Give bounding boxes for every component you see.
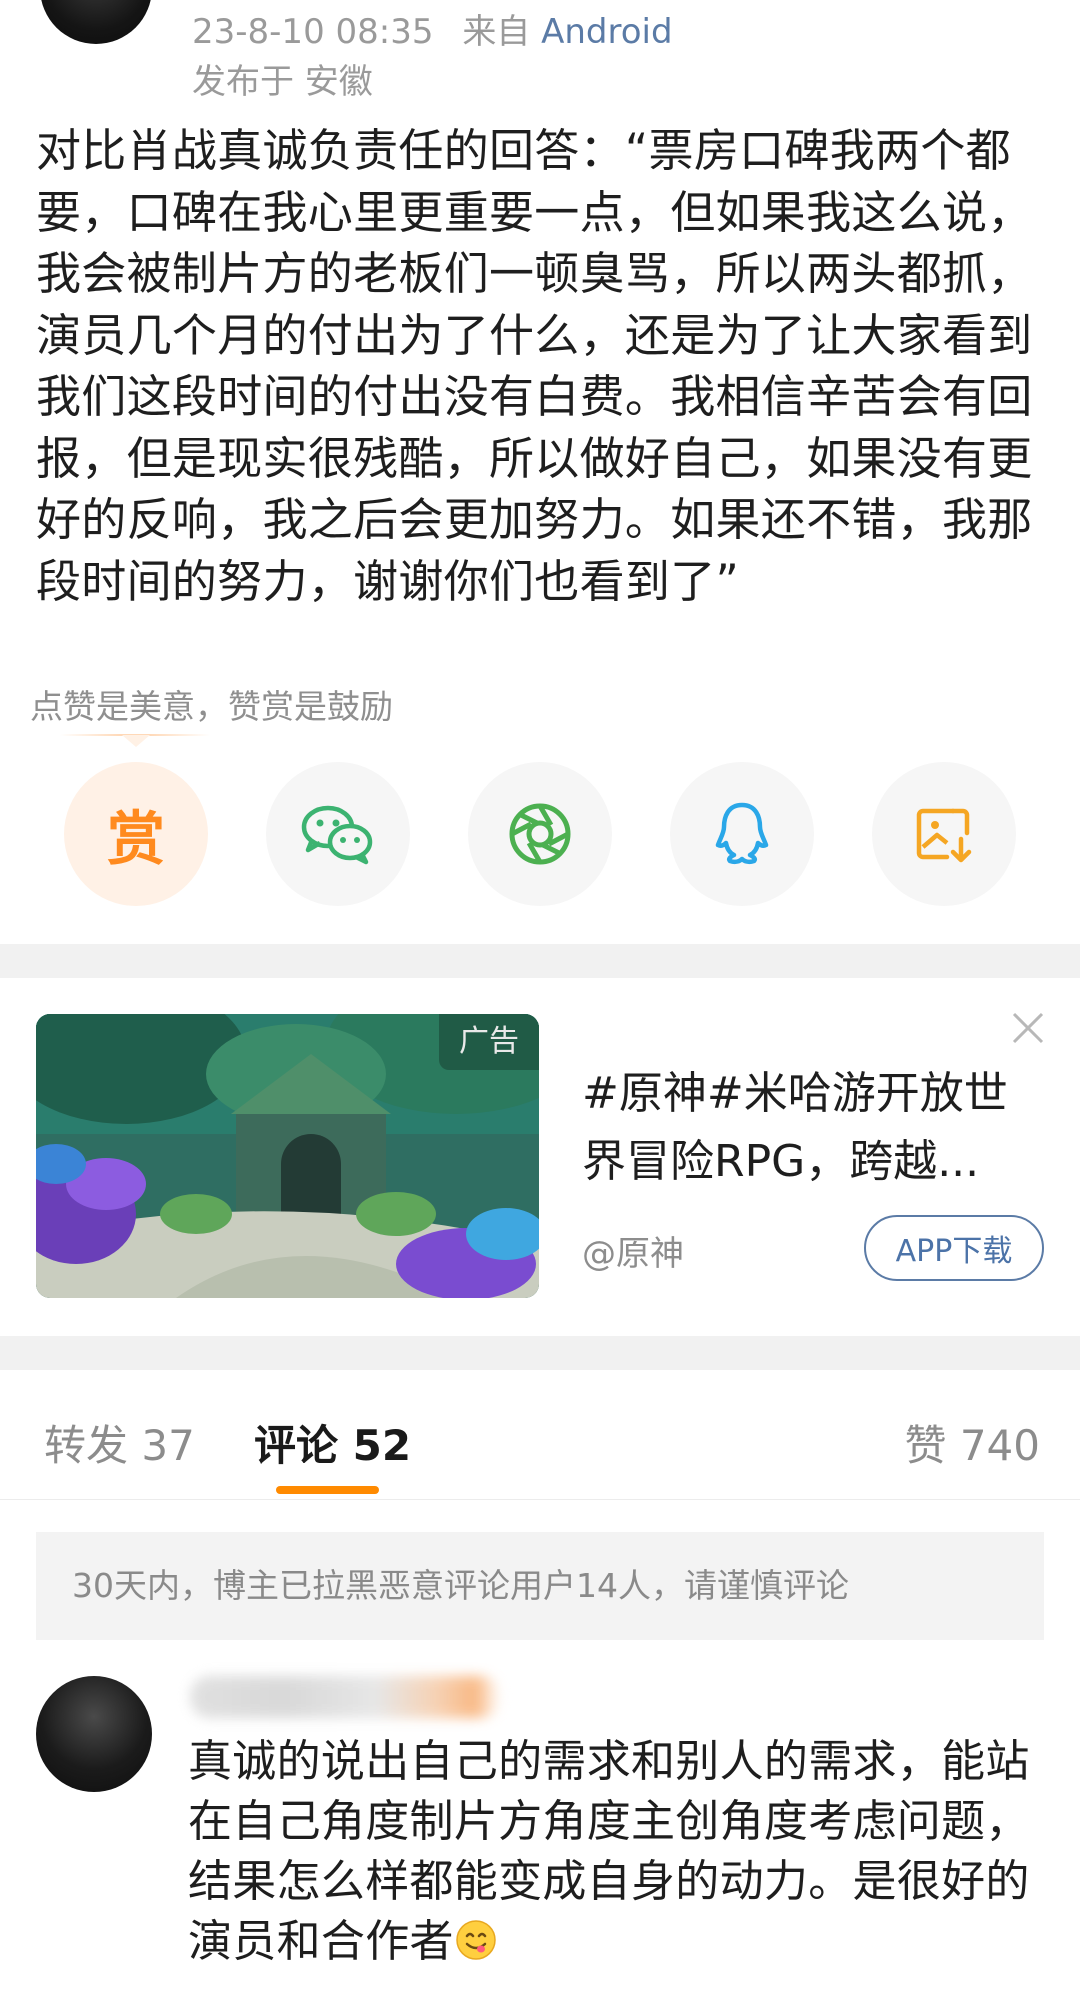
comment-text: 真诚的说出自己的需求和别人的需求，能站在自己角度制片方角度主创角度考虑问题，结果… — [188, 1732, 1048, 1972]
post-meta: 23-8-10 08:35 来自 Android — [192, 4, 673, 53]
section-separator — [0, 1336, 1080, 1370]
reward-icon: 赏 — [106, 805, 165, 873]
ad-title[interactable]: #原神#米哈游开放世界冒险RPG，跨越... — [582, 1060, 1022, 1196]
section-separator — [0, 944, 1080, 978]
wechat-icon — [301, 805, 373, 865]
ad-download-button[interactable]: APP下载 — [864, 1215, 1044, 1281]
reward-hint: 点赞是美意，赞赏是鼓励 — [30, 687, 393, 726]
commenter-name-blurred[interactable] — [190, 1676, 500, 1718]
qq-share-button[interactable] — [670, 762, 814, 906]
post-body: 对比肖战真诚负责任的回答：“票房口碑我两个都要，口碑在我心里更重要一点，但如果我… — [36, 124, 1033, 608]
interaction-tabs: 转发 37 评论 52 赞 740 — [0, 1376, 1080, 1500]
post-location: 发布于 安徽 — [192, 62, 373, 102]
ad-tag: 广告 — [439, 1014, 539, 1070]
tab-comments[interactable]: 评论 52 — [254, 1412, 411, 1473]
tab-likes[interactable]: 赞 740 — [904, 1412, 1040, 1473]
save-image-icon — [916, 808, 972, 863]
close-icon[interactable] — [1010, 1010, 1046, 1046]
ad-image[interactable]: 广告 — [36, 1014, 539, 1298]
savoring-face-emoji-icon — [456, 1920, 496, 1960]
wechat-share-button[interactable] — [266, 762, 410, 906]
source-link[interactable]: Android — [541, 12, 672, 52]
comment-notice: 30天内，博主已拉黑恶意评论用户14人，请谨慎评论 — [36, 1532, 1044, 1640]
author-avatar[interactable] — [40, 0, 152, 44]
reward-hint-caret — [122, 735, 150, 747]
comment-body: 真诚的说出自己的需求和别人的需求，能站在自己角度制片方角度主创角度考虑问题，结果… — [188, 1736, 1030, 1967]
tab-repost[interactable]: 转发 37 — [44, 1412, 195, 1473]
tab-active-indicator — [276, 1486, 379, 1494]
moments-share-button[interactable] — [468, 762, 612, 906]
save-image-button[interactable] — [872, 762, 1016, 906]
commenter-avatar[interactable] — [36, 1676, 152, 1792]
ad-account[interactable]: @原神 — [582, 1226, 684, 1275]
qq-icon — [715, 802, 769, 865]
post-datetime: 23-8-10 08:35 — [192, 12, 434, 52]
moments-icon — [509, 803, 571, 865]
share-row: 赏 — [0, 762, 1080, 906]
reward-button[interactable]: 赏 — [64, 762, 208, 906]
source-prefix: 来自 — [462, 12, 531, 52]
